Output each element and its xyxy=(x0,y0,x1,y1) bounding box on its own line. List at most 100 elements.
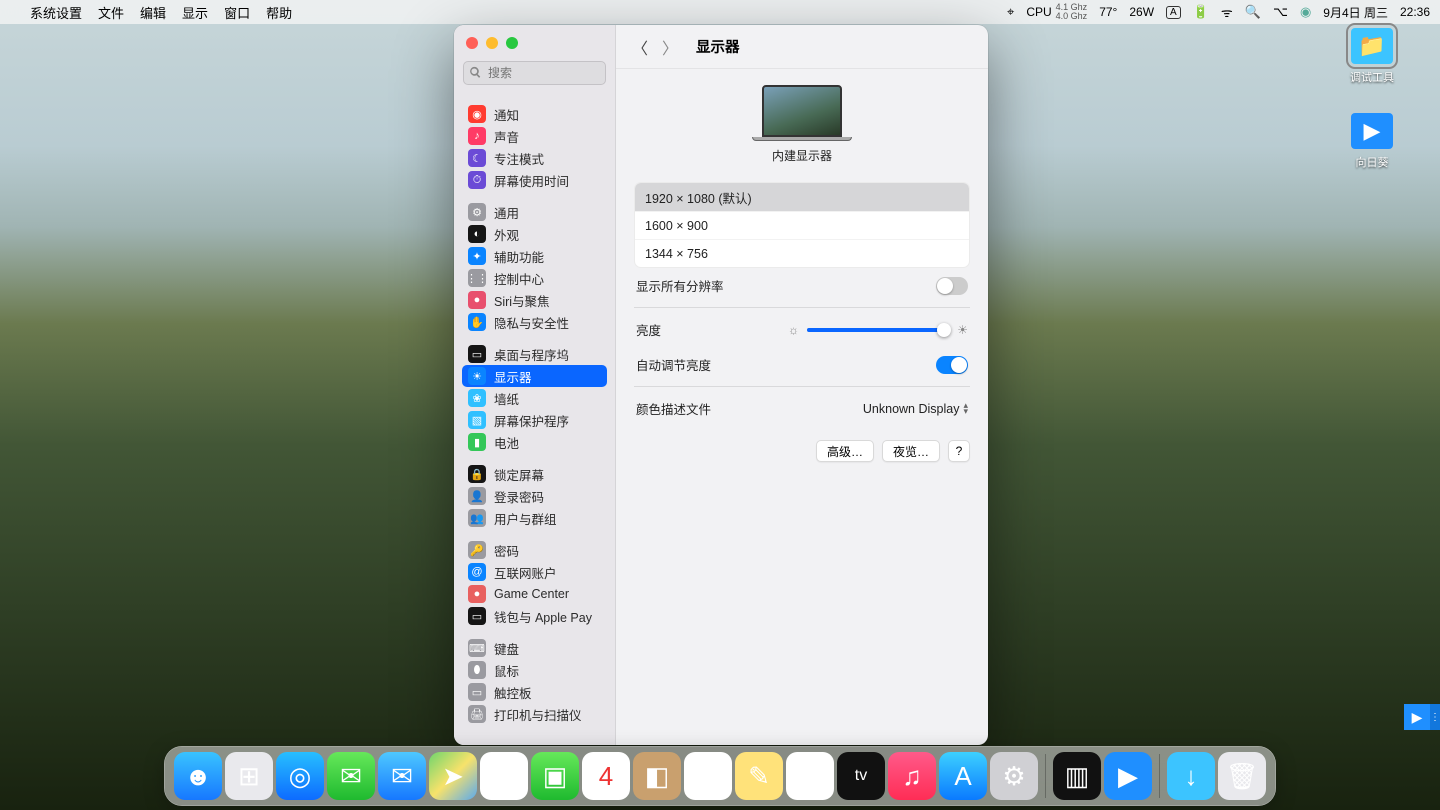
sidebar-item-用户与群组[interactable]: 👥用户与群组 xyxy=(462,507,607,529)
row-label: 亮度 xyxy=(636,320,661,339)
zoom-button[interactable] xyxy=(506,37,518,49)
sidebar-item-icon: 🖨 xyxy=(468,705,486,723)
sidebar-item-钱包与 Apple Pay[interactable]: ▭钱包与 Apple Pay xyxy=(462,605,607,627)
sidebar-item-通用[interactable]: ⚙通用 xyxy=(462,201,607,223)
sidebar-item-显示器[interactable]: ☀显示器 xyxy=(462,365,607,387)
dock-app-appstore[interactable]: A xyxy=(939,752,987,800)
watt-stat[interactable]: 26W xyxy=(1129,5,1154,19)
app-icon: ▶ xyxy=(1351,113,1393,149)
dock-app-mission[interactable]: ▥ xyxy=(1053,752,1101,800)
cursor-icon[interactable]: ⌖ xyxy=(1007,4,1014,20)
sidebar-item-打印机与扫描仪[interactable]: 🖨 打印机与扫描仪 xyxy=(462,703,607,725)
advanced-button[interactable]: 高级… xyxy=(816,440,874,462)
auto-brightness-toggle[interactable] xyxy=(936,356,968,374)
sidebar-item-屏幕保护程序[interactable]: ▧屏幕保护程序 xyxy=(462,409,607,431)
dock-app-settings[interactable]: ⚙ xyxy=(990,752,1038,800)
desktop-icon-sunlogin[interactable]: ▶ 向日葵 xyxy=(1322,113,1422,170)
show-all-resolutions-toggle[interactable] xyxy=(936,277,968,295)
sidebar-item-label: 打印机与扫描仪 xyxy=(494,705,582,724)
sidebar-item-控制中心[interactable]: ⋮⋮控制中心 xyxy=(462,267,607,289)
sidebar-item-辅助功能[interactable]: ✦辅助功能 xyxy=(462,245,607,267)
menu-window[interactable]: 窗口 xyxy=(224,3,250,22)
resolution-option[interactable]: 1920 × 1080 (默认) xyxy=(635,183,969,211)
dock-app-finder[interactable]: ☻ xyxy=(174,752,222,800)
resolution-option[interactable]: 1600 × 900 xyxy=(635,211,969,239)
sidebar-item-通知[interactable]: ◉通知 xyxy=(462,103,607,125)
dock-app-sunlogin[interactable]: ▶ xyxy=(1104,752,1152,800)
sidebar-item-label: 屏幕使用时间 xyxy=(494,171,569,190)
resolution-option[interactable]: 1344 × 756 xyxy=(635,239,969,267)
sidebar-item-互联网账户[interactable]: @互联网账户 xyxy=(462,561,607,583)
search-icon[interactable]: 🔍 xyxy=(1245,4,1261,20)
dock-app-safari[interactable]: ◎ xyxy=(276,752,324,800)
night-shift-button[interactable]: 夜览… xyxy=(882,440,940,462)
menu-file[interactable]: 文件 xyxy=(98,3,124,22)
temp-stat[interactable]: 77° xyxy=(1099,5,1117,19)
dock-app-messages[interactable]: ✉ xyxy=(327,752,375,800)
select-value: Unknown Display xyxy=(863,402,960,416)
back-button[interactable]: 〈 xyxy=(630,37,650,57)
dock-app-maps[interactable]: ➤ xyxy=(429,752,477,800)
clock-date[interactable]: 9月4日 周三 xyxy=(1323,4,1388,21)
sidebar-item-锁定屏幕[interactable]: 🔒锁定屏幕 xyxy=(462,463,607,485)
sidebar-item-声音[interactable]: ♪声音 xyxy=(462,125,607,147)
menu-view[interactable]: 显示 xyxy=(182,3,208,22)
sidebar-item-label: 辅助功能 xyxy=(494,247,544,266)
sidebar-item-label: 锁定屏幕 xyxy=(494,465,544,484)
search-input[interactable] xyxy=(463,61,606,85)
sidebar-item-label: 登录密码 xyxy=(494,487,544,506)
dock-app-notes[interactable]: ✎ xyxy=(735,752,783,800)
sidebar-item-墙纸[interactable]: ❀墙纸 xyxy=(462,387,607,409)
forward-button[interactable]: 〉 xyxy=(660,37,680,57)
color-profile-select[interactable]: Unknown Display ▴▾ xyxy=(863,402,968,416)
dock-app-facetime[interactable]: ▣ xyxy=(531,752,579,800)
sidebar-item-外观[interactable]: ◐外观 xyxy=(462,223,607,245)
sidebar-item-label: 声音 xyxy=(494,127,519,146)
sidebar-item-Siri与聚焦[interactable]: ●Siri与聚焦 xyxy=(462,289,607,311)
menu-help[interactable]: 帮助 xyxy=(266,3,292,22)
sidebar-item-Game Center[interactable]: ●Game Center xyxy=(462,583,607,605)
sidebar-item-电池[interactable]: ▮电池 xyxy=(462,431,607,453)
dock-app-downloads[interactable]: ↓ xyxy=(1167,752,1215,800)
sidebar-item-label: 用户与群组 xyxy=(494,509,557,528)
dock-app-launchpad[interactable]: ⊞ xyxy=(225,752,273,800)
sidebar-item-隐私与安全性[interactable]: ✋隐私与安全性 xyxy=(462,311,607,333)
dock-app-music[interactable]: ♫ xyxy=(888,752,936,800)
sidebar-item-专注模式[interactable]: ☾专注模式 xyxy=(462,147,607,169)
minimize-button[interactable] xyxy=(486,37,498,49)
app-menu[interactable]: 系统设置 xyxy=(30,3,82,22)
sidebar-item-键盘[interactable]: ⌨键盘 xyxy=(462,637,607,659)
dock-app-freeform[interactable]: 〰 xyxy=(786,752,834,800)
widget-handle-icon: ⋮ xyxy=(1430,704,1440,730)
brightness-slider[interactable] xyxy=(807,328,949,332)
help-button[interactable]: ? xyxy=(948,440,970,462)
sidebar-item-桌面与程序坞[interactable]: ▭桌面与程序坞 xyxy=(462,343,607,365)
clock-time[interactable]: 22:36 xyxy=(1400,5,1430,19)
dock-app-mail[interactable]: ✉ xyxy=(378,752,426,800)
dock-app-trash[interactable]: 🗑 xyxy=(1218,752,1266,800)
dock-app-tv[interactable]: tv xyxy=(837,752,885,800)
dock-app-reminders[interactable]: ☰ xyxy=(684,752,732,800)
sidebar-item-触控板[interactable]: ▭触控板 xyxy=(462,681,607,703)
wifi-icon[interactable]: ᯤ xyxy=(1221,3,1233,21)
desktop-icon-debug-tools[interactable]: 📁 调试工具 xyxy=(1322,28,1422,85)
sidebar-item-登录密码[interactable]: 👤登录密码 xyxy=(462,485,607,507)
battery-icon[interactable]: 🔋 xyxy=(1193,4,1209,20)
sidebar-item-密码[interactable]: 🔑密码 xyxy=(462,539,607,561)
dock-app-calendar[interactable]: 4 xyxy=(582,752,630,800)
cpu-stats[interactable]: CPU 4.1 Ghz4.0 Ghz xyxy=(1026,3,1087,21)
dock-app-photos[interactable]: ✿ xyxy=(480,752,528,800)
menu-edit[interactable]: 编辑 xyxy=(140,3,166,22)
input-source[interactable]: A xyxy=(1166,6,1181,19)
sidebar-item-label: 专注模式 xyxy=(494,149,544,168)
sidebar-item-label: Siri与聚焦 xyxy=(494,291,550,310)
sidebar-item-屏幕使用时间[interactable]: ⏱屏幕使用时间 xyxy=(462,169,607,191)
floating-widget[interactable]: ▶ ⋮ xyxy=(1404,704,1440,730)
sidebar-list[interactable]: ◉通知♪声音☾专注模式⏱屏幕使用时间 ⚙通用◐外观✦辅助功能⋮⋮控制中心●Siri… xyxy=(454,93,615,745)
dock-app-contacts[interactable]: ◧ xyxy=(633,752,681,800)
siri-icon[interactable]: ◉ xyxy=(1300,4,1311,20)
close-button[interactable] xyxy=(466,37,478,49)
control-center-icon[interactable]: ⌥ xyxy=(1273,4,1288,20)
dock-separator xyxy=(1045,754,1046,798)
sidebar-item-鼠标[interactable]: ⬮鼠标 xyxy=(462,659,607,681)
